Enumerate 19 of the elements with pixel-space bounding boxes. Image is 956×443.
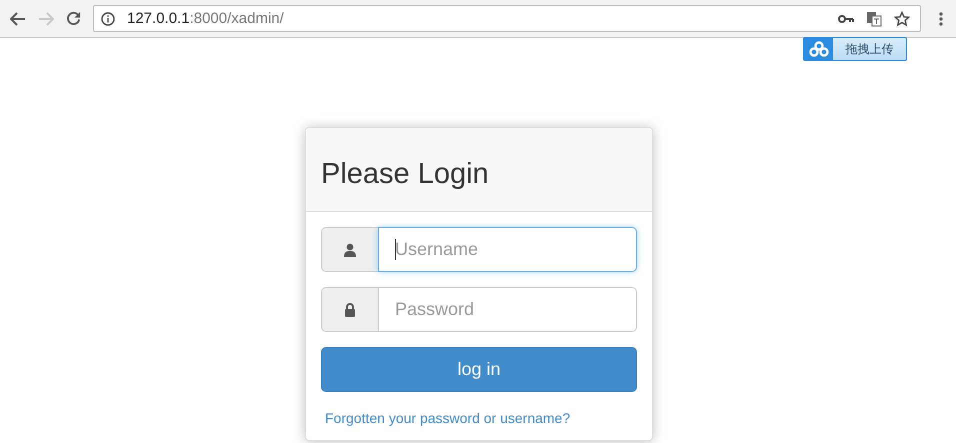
username-field[interactable]: Username	[378, 227, 637, 272]
login-button[interactable]: log in	[321, 347, 637, 392]
back-icon[interactable]	[10, 12, 26, 26]
password-field[interactable]: Password	[378, 287, 637, 332]
cloud-icon	[808, 41, 828, 57]
login-title: Please Login	[321, 158, 489, 191]
translate-icon[interactable]	[866, 10, 882, 26]
upload-label: 拖拽上传	[844, 40, 894, 58]
user-icon	[343, 242, 357, 256]
key-icon[interactable]	[838, 14, 854, 24]
url-text: 127.0.0.1:8000/xadmin/	[127, 10, 284, 27]
upload-widget[interactable]: 拖拽上传	[803, 37, 907, 61]
menu-icon[interactable]	[939, 12, 943, 26]
star-icon[interactable]	[894, 10, 910, 26]
info-icon[interactable]	[101, 12, 115, 26]
forgot-password-link[interactable]: Forgotten your password or username?	[325, 410, 570, 426]
lock-icon	[344, 302, 356, 316]
address-bar[interactable]: 127.0.0.1:8000/xadmin/	[93, 5, 921, 32]
reload-icon[interactable]	[66, 11, 81, 26]
